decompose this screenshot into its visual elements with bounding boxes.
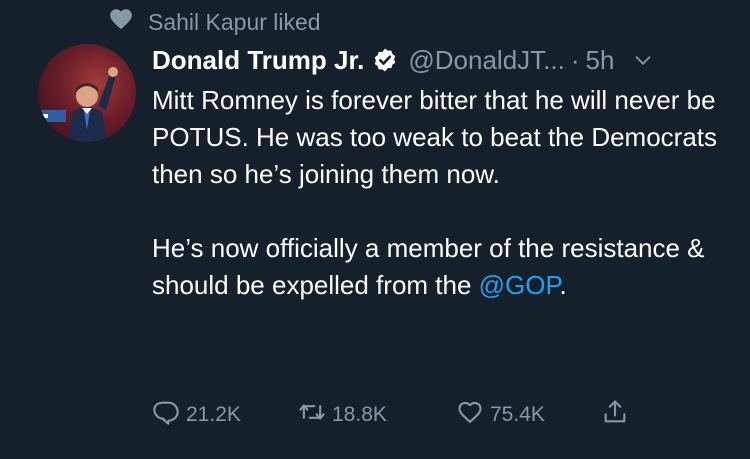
timestamp[interactable]: 5h <box>586 40 615 80</box>
display-name[interactable]: Donald Trump Jr. <box>152 40 364 80</box>
verified-badge-icon <box>372 47 398 73</box>
tweet-paragraph-end: . <box>559 270 567 300</box>
retweet-button[interactable]: 18.8K <box>298 398 456 432</box>
tweet-paragraph-text: He’s now officially a member of the resi… <box>152 233 705 300</box>
handle[interactable]: @DonaldJT... <box>408 40 564 80</box>
social-context-text[interactable]: Sahil Kapur liked <box>148 9 321 36</box>
retweet-count: 18.8K <box>332 403 387 426</box>
separator-dot: · <box>570 45 580 75</box>
like-count: 75.4K <box>490 403 545 426</box>
chevron-down-icon[interactable] <box>632 49 654 71</box>
tweet-paragraph: He’s now officially a member of the resi… <box>152 230 722 304</box>
reply-button[interactable]: 21.2K <box>152 398 298 432</box>
share-button[interactable] <box>601 398 629 432</box>
avatar[interactable] <box>38 44 136 142</box>
reply-count: 21.2K <box>186 403 241 426</box>
retweet-icon <box>298 398 326 432</box>
like-button[interactable]: 75.4K <box>456 398 601 432</box>
social-context: Sahil Kapur liked <box>108 6 321 38</box>
heart-outline-icon <box>456 398 484 432</box>
tweet-actions: 21.2K 18.8K 75.4K <box>152 398 629 432</box>
tweet-paragraph: Mitt Romney is forever bitter that he wi… <box>152 85 718 189</box>
tweet[interactable]: Donald Trump Jr. @DonaldJT... · 5h Mitt … <box>152 40 732 304</box>
tweet-text: Mitt Romney is forever bitter that he wi… <box>152 82 722 304</box>
tweet-header: Donald Trump Jr. @DonaldJT... · 5h <box>152 40 732 80</box>
reply-icon <box>152 398 180 432</box>
mention-link[interactable]: @GOP <box>479 270 560 300</box>
share-icon <box>601 398 629 432</box>
heart-icon <box>108 6 134 38</box>
